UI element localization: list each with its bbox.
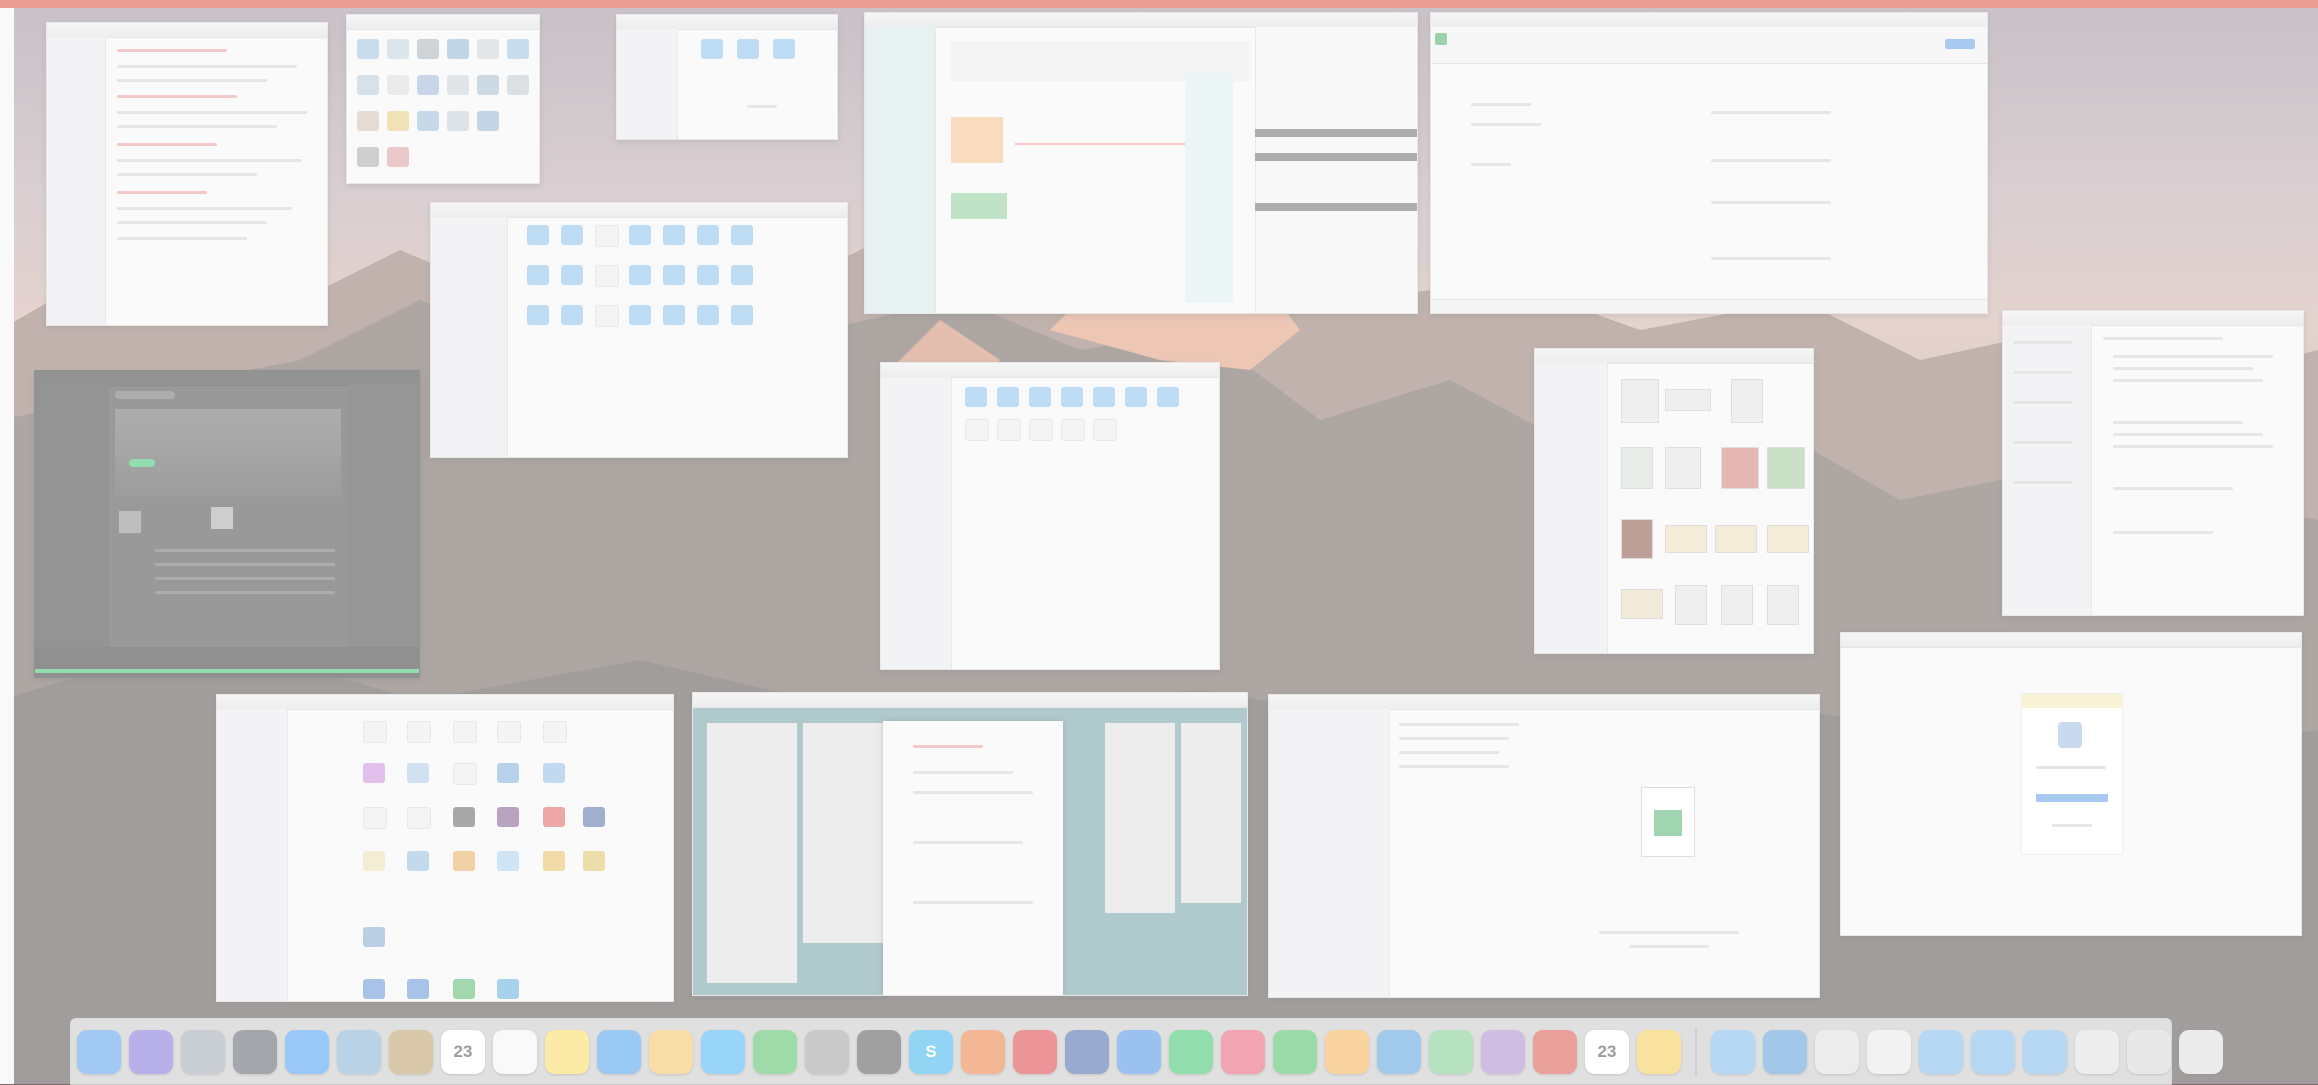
mission-control-overlay [0,0,2318,1084]
